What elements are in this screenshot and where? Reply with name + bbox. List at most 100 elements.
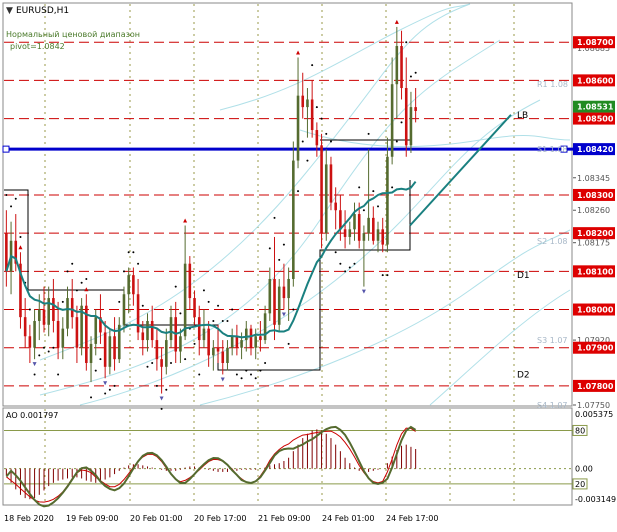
- price-tick-label: 1.07750: [577, 401, 610, 410]
- psar-dot: [278, 258, 281, 261]
- psar-dot: [202, 289, 205, 292]
- time-tick-label: 20 Feb 01:00: [130, 514, 182, 523]
- time-tick-label: 20 Feb 17:00: [194, 514, 246, 523]
- candle-body: [28, 336, 32, 348]
- psar-dot: [320, 117, 323, 120]
- candle-body: [348, 229, 352, 237]
- psar-dot: [99, 358, 102, 361]
- price-badge-label: 1.08000: [577, 306, 614, 315]
- candle-body: [207, 328, 210, 356]
- candle-body: [343, 229, 347, 237]
- candle-body: [273, 278, 276, 325]
- psar-dot: [259, 369, 262, 372]
- candle-body: [409, 107, 413, 146]
- psar-dot: [193, 342, 196, 345]
- candle-body: [75, 317, 79, 348]
- level-annotation: D1: [517, 271, 530, 281]
- psar-dot: [10, 205, 13, 208]
- psar-dot: [28, 308, 31, 311]
- candle-body: [197, 317, 201, 341]
- candle-body: [122, 294, 126, 325]
- psar-dot: [5, 193, 8, 196]
- psar-dot: [325, 132, 328, 135]
- candle-body: [301, 95, 305, 108]
- price-badge-label: 1.08100: [577, 267, 614, 276]
- candle-body: [70, 298, 74, 318]
- psar-dot: [400, 121, 403, 124]
- psar-dot: [245, 369, 248, 372]
- psar-dot: [42, 346, 45, 349]
- candle-body: [216, 347, 220, 352]
- price-tick-label: 1.08175: [577, 239, 610, 248]
- price-badge-label: 1.07800: [577, 382, 614, 391]
- psar-dot: [155, 384, 158, 387]
- psar-dot: [311, 64, 314, 67]
- chart-background: [0, 0, 617, 528]
- psar-dot: [113, 384, 116, 387]
- candle-body: [66, 298, 69, 329]
- psar-dot: [90, 396, 93, 399]
- time-tick-label: 24 Feb 01:00: [322, 514, 374, 523]
- time-tick-label: 24 Feb 17:00: [386, 514, 438, 523]
- candle-body: [339, 210, 342, 230]
- psar-dot: [287, 342, 290, 345]
- candle-body: [357, 214, 361, 241]
- candle-body: [320, 145, 323, 234]
- psar-dot: [306, 159, 309, 162]
- candle-body: [188, 263, 192, 299]
- candle-body: [52, 298, 55, 321]
- psar-dot: [329, 140, 332, 143]
- candle-body: [244, 328, 248, 341]
- candle-body: [108, 336, 112, 367]
- candle-body: [310, 99, 314, 131]
- time-tick-label: 21 Feb 09:00: [258, 514, 310, 523]
- ao-tick-label: -0.003149: [575, 495, 616, 504]
- psar-dot: [353, 262, 356, 265]
- time-tick-label: 19 Feb 09:00: [66, 514, 118, 523]
- candle-body: [89, 343, 93, 363]
- candle-body: [141, 332, 145, 341]
- pivot-label: pivot=1.0842: [10, 42, 65, 51]
- candle-body: [353, 214, 356, 230]
- psar-dot: [104, 392, 107, 395]
- psar-dot: [118, 300, 121, 303]
- psar-dot: [409, 75, 412, 78]
- candle-body: [263, 313, 267, 341]
- psar-dot: [292, 308, 295, 311]
- candle-body: [362, 233, 366, 241]
- psar-dot: [381, 274, 384, 277]
- candle-body: [179, 336, 182, 352]
- candle-body: [165, 340, 168, 367]
- symbol-title: EURUSD,H1: [16, 6, 69, 16]
- candle-body: [136, 294, 140, 333]
- psar-dot: [146, 365, 149, 368]
- candle-body: [42, 309, 46, 325]
- psar-dot: [151, 361, 154, 364]
- candle-body: [334, 202, 337, 211]
- collapse-arrow-icon[interactable]: ▼: [6, 6, 13, 16]
- time-tick-label: 18 Feb 2020: [4, 514, 54, 523]
- psar-dot: [174, 285, 177, 288]
- psar-dot: [80, 281, 83, 284]
- psar-dot: [405, 41, 408, 44]
- candle-body: [400, 46, 403, 89]
- psar-dot: [367, 132, 370, 135]
- psar-dot: [19, 235, 22, 238]
- psar-dot: [184, 358, 187, 361]
- time-axis-layer: 18 Feb 2020 19 Feb 09:00 20 Feb 01:00 20 Fe…: [4, 514, 438, 523]
- price-badge-label: 1.08700: [577, 38, 614, 47]
- psar-dot: [362, 209, 365, 212]
- price-tick-label: 1.08260: [577, 206, 610, 215]
- psar-dot: [61, 300, 64, 303]
- psar-dot: [414, 71, 417, 74]
- candle-body: [277, 286, 281, 325]
- candle-body: [367, 217, 370, 234]
- psar-dot: [297, 190, 300, 193]
- psar-dot: [226, 319, 229, 322]
- psar-dot: [160, 407, 163, 410]
- candle-body: [150, 320, 154, 341]
- psar-dot: [57, 373, 60, 376]
- candle-body: [329, 164, 333, 203]
- psar-dot: [198, 373, 201, 376]
- candle-body: [193, 298, 196, 318]
